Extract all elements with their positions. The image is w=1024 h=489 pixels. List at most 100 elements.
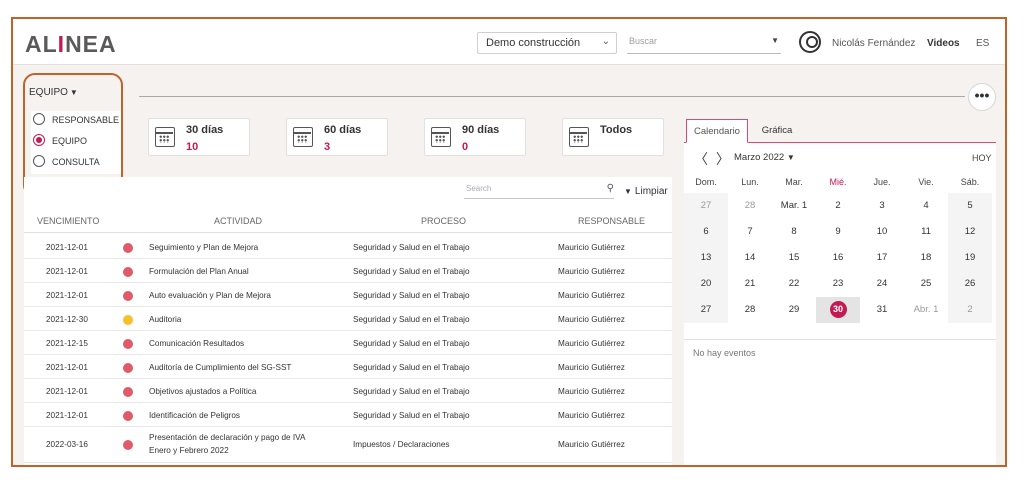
calendar-day-cell[interactable]: 23 — [816, 271, 860, 297]
table-row[interactable]: 2022-03-16 Presentación de declaración y … — [24, 427, 672, 463]
calendar-day-cell[interactable]: 4 — [904, 193, 948, 219]
calendar-day-cell[interactable]: 15 — [772, 245, 816, 271]
row-process: Seguridad y Salud en el Trabajo — [353, 243, 470, 252]
day-number: 6 — [703, 226, 709, 237]
table-row[interactable]: 2021-12-01 Seguimiento y Plan de Mejora Se… — [24, 235, 672, 259]
row-date: 2021-12-01 — [46, 363, 88, 372]
logo-text-2: I — [57, 31, 66, 57]
row-owner: Mauricio Gutiérrez — [558, 243, 625, 252]
calendar-day-cell[interactable]: 8 — [772, 219, 816, 245]
row-process: Seguridad y Salud en el Trabajo — [353, 363, 470, 372]
day-number: 25 — [920, 278, 932, 289]
no-events-message: No hay eventos — [693, 348, 756, 358]
summary-card-60[interactable]: 60 días 3 — [286, 118, 388, 156]
card-title: 30 días — [186, 124, 224, 136]
month-selector[interactable]: Marzo 2022 ▼ — [734, 152, 795, 163]
calendar-day-cell[interactable]: 29 — [772, 297, 816, 323]
day-number: 23 — [832, 278, 844, 289]
calendar-day-cell[interactable]: 17 — [860, 245, 904, 271]
column-header-vencimiento[interactable]: VENCIMIENTO — [37, 216, 99, 226]
status-dot-icon — [123, 291, 133, 301]
table-row[interactable]: 2021-12-01 Auditoría de Cumplimiento del … — [24, 355, 672, 379]
table-row[interactable]: 2021-12-30 Auditoria Seguridad y Salud en … — [24, 307, 672, 331]
day-number: 8 — [791, 226, 797, 237]
row-owner: Mauricio Gutiérrez — [558, 339, 625, 348]
column-header-proceso[interactable]: PROCESO — [421, 216, 466, 226]
day-number: 9 — [835, 226, 841, 237]
caret-down-icon[interactable]: ▼ — [771, 36, 779, 45]
calendar-day-cell[interactable]: 24 — [860, 271, 904, 297]
videos-link[interactable]: Videos — [927, 38, 960, 49]
day-number: 3 — [879, 200, 885, 211]
calendar-tabs: Calendario Gráfica — [684, 119, 996, 143]
calendar-day-cell[interactable]: 31 — [860, 297, 904, 323]
day-number: Abr. 1 — [913, 304, 939, 315]
global-search-input[interactable]: Buscar ▼ — [627, 32, 781, 54]
table-row[interactable]: 2021-12-15 Comunicación Resultados Segurid… — [24, 331, 672, 355]
calendar-day-cell[interactable]: 22 — [772, 271, 816, 297]
table-row[interactable]: 2021-12-01 Formulación del Plan Anual Segu… — [24, 259, 672, 283]
day-number: 11 — [921, 226, 931, 237]
status-dot-icon — [123, 440, 133, 450]
calendar-day-cell[interactable]: 9 — [816, 219, 860, 245]
activities-table: Search ⚲ ▼ Limpiar VENCIMIENTO ACTIVIDAD … — [24, 177, 672, 465]
calendar-day-cell[interactable]: 26 — [948, 271, 992, 297]
calendar-day-cell[interactable]: 30 — [816, 297, 860, 323]
column-header-responsable[interactable]: RESPONSABLE — [578, 216, 645, 226]
calendar-day-cell[interactable]: 16 — [816, 245, 860, 271]
calendar-day-cell[interactable]: 7 — [728, 219, 772, 245]
calendar-day-cell[interactable]: 10 — [860, 219, 904, 245]
calendar-day-cell[interactable]: 19 — [948, 245, 992, 271]
row-activity: Auditoría de Cumplimiento del SG-SST — [149, 363, 292, 372]
summary-card-all[interactable]: Todos — [562, 118, 664, 156]
row-owner: Mauricio Gutiérrez — [558, 363, 625, 372]
more-options-button[interactable]: ••• — [968, 83, 996, 111]
table-row[interactable]: 2021-12-01 Auto evaluación y Plan de Mejo… — [24, 283, 672, 307]
table-row[interactable]: 2021-12-01 Identificación de Peligros Segu… — [24, 403, 672, 427]
summary-card-90[interactable]: 90 días 0 — [424, 118, 526, 156]
calendar-day-cell[interactable]: 18 — [904, 245, 948, 271]
calendar-day-cell[interactable]: 5 — [948, 193, 992, 219]
card-title: 90 días — [462, 124, 500, 136]
clear-filter-button[interactable]: ▼ Limpiar — [624, 186, 668, 197]
calendar-day-cell[interactable]: 12 — [948, 219, 992, 245]
summary-card-30[interactable]: 30 días 10 — [148, 118, 250, 156]
alinea-logo[interactable]: ALINEA — [25, 31, 117, 58]
calendar-day-cell[interactable]: 28 — [728, 193, 772, 219]
tab-calendario[interactable]: Calendario — [686, 119, 748, 143]
calendar-day-cell[interactable]: 13 — [684, 245, 728, 271]
card-count: 10 — [186, 141, 199, 153]
calendar-day-cell[interactable]: 2 — [948, 297, 992, 323]
language-selector[interactable]: ES — [976, 38, 989, 49]
calendar-nav: 〈 〉 — [694, 149, 730, 169]
calendar-day-cell[interactable]: 20 — [684, 271, 728, 297]
row-process: Seguridad y Salud en el Trabajo — [353, 315, 470, 324]
day-number: 28 — [744, 304, 756, 315]
filter-icon: ▼ — [624, 187, 632, 196]
calendar-day-cell[interactable]: 25 — [904, 271, 948, 297]
tab-grafica[interactable]: Gráfica — [750, 119, 804, 143]
calendar-divider — [684, 339, 996, 340]
calendar-day-cell[interactable]: 28 — [728, 297, 772, 323]
calendar-day-cell[interactable]: 27 — [684, 193, 728, 219]
user-name[interactable]: Nicolás Fernández — [832, 38, 915, 49]
calendar-day-cell[interactable]: 6 — [684, 219, 728, 245]
table-search-input[interactable]: Search ⚲ — [464, 182, 614, 199]
company-select[interactable]: Demo construcción ⌄ — [477, 32, 617, 54]
calendar-day-cell[interactable]: 2 — [816, 193, 860, 219]
calendar-day-cell[interactable]: Abr. 1 — [904, 297, 948, 323]
calendar-day-cell[interactable]: 11 — [904, 219, 948, 245]
calendar-day-cell[interactable]: 21 — [728, 271, 772, 297]
calendar-day-cell[interactable]: 14 — [728, 245, 772, 271]
user-avatar-icon[interactable] — [799, 31, 821, 53]
calendar-day-cell[interactable]: 27 — [684, 297, 728, 323]
search-icon[interactable]: ⚲ — [607, 183, 614, 194]
table-row[interactable]: 2021-12-01 Objetivos ajustados a Política… — [24, 379, 672, 403]
column-header-actividad[interactable]: ACTIVIDAD — [214, 216, 262, 226]
today-button[interactable]: HOY — [972, 153, 992, 163]
calendar-day-cell[interactable]: 3 — [860, 193, 904, 219]
chevron-right-icon[interactable]: 〉 — [716, 151, 730, 167]
card-title: 60 días — [324, 124, 362, 136]
calendar-day-cell[interactable]: Mar. 1 — [772, 193, 816, 219]
chevron-left-icon[interactable]: 〈 — [694, 151, 708, 167]
